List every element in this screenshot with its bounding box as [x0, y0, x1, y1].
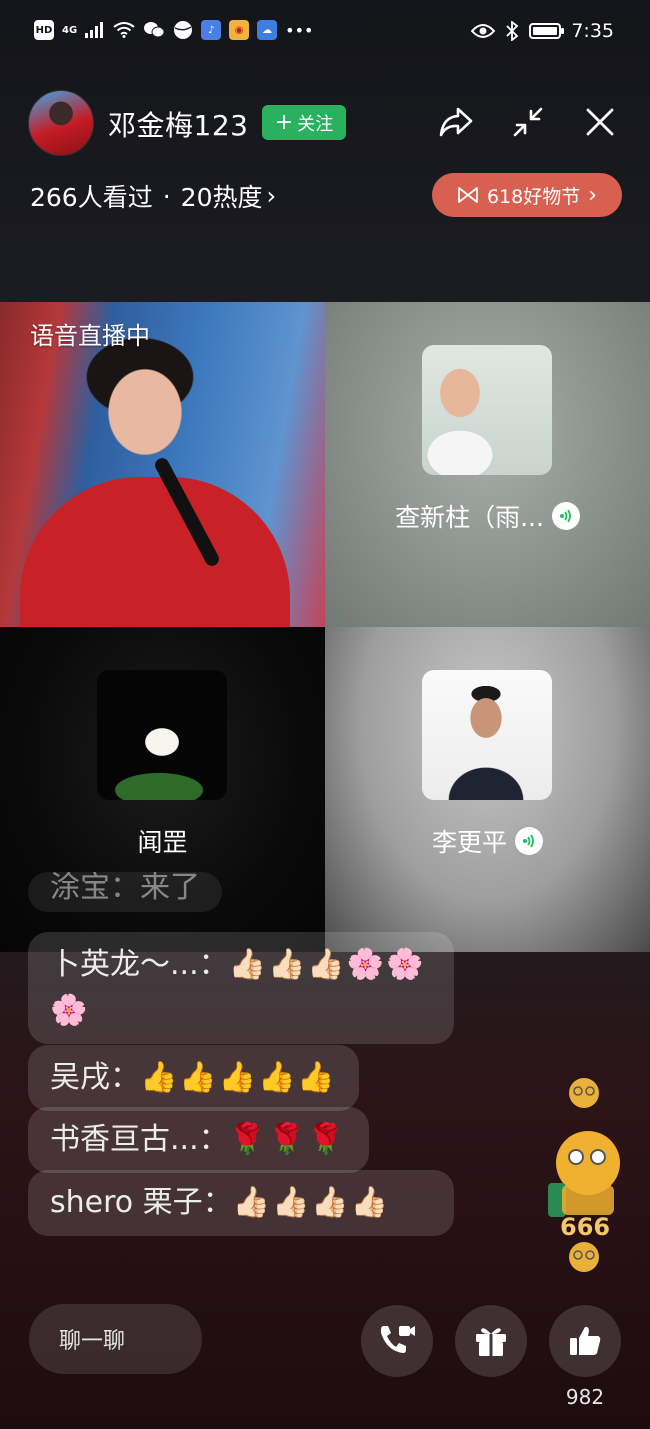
video-call-button[interactable] — [361, 1305, 433, 1377]
bow-icon — [458, 187, 478, 203]
guest-tile-1[interactable]: 查新柱（雨... — [325, 302, 650, 627]
comment-item: 吴戌：👍👍👍👍👍 — [28, 1045, 359, 1111]
comment-text: 🌹🌹🌹 — [228, 1122, 347, 1157]
viewers-count: 266人看过 — [30, 183, 153, 212]
more-notifications-icon: ••• — [285, 20, 314, 40]
gift-button[interactable] — [455, 1305, 527, 1377]
speaking-icon — [551, 502, 580, 530]
app-ball-icon — [174, 21, 193, 39]
promo-banner-button[interactable]: 618好物节 › — [432, 173, 622, 217]
share-icon — [439, 107, 473, 137]
guest-name-1: 查新柱（雨... — [325, 498, 650, 534]
comment-text: 👍👍👍👍👍 — [140, 1060, 337, 1095]
wifi-icon — [113, 22, 135, 38]
comment-item: 卜英龙～...：👍🏻👍🏻👍🏻🌸🌸🌸 — [28, 932, 454, 1044]
reaction-666-text: 666 — [560, 1213, 610, 1241]
minimize-button[interactable] — [508, 102, 548, 142]
chat-placeholder: 聊一聊 — [59, 1329, 126, 1354]
close-icon — [586, 108, 614, 136]
hd-badge: HD — [34, 20, 54, 40]
guest-avatar-2 — [97, 670, 227, 800]
comment-text: 👍🏻👍🏻👍🏻👍🏻 — [232, 1185, 391, 1220]
guest-name-3-text: 李更平 — [431, 828, 507, 857]
bluetooth-icon — [506, 21, 519, 41]
plus-icon: + — [274, 109, 294, 135]
status-bar: HD 4G ♪ ◉ ☁ ••• 7:35 — [0, 0, 650, 64]
host-avatar[interactable] — [28, 90, 94, 156]
close-button[interactable] — [580, 102, 620, 142]
stats-separator: · — [162, 181, 171, 211]
gift-icon — [476, 1328, 506, 1356]
chevron-right-icon: › — [266, 182, 277, 210]
like-count: 982 — [565, 1385, 605, 1409]
comment-item: 涂宝：来了 — [28, 872, 222, 912]
promo-label: 618好物节 — [486, 185, 581, 208]
comment-text: 来了 — [140, 872, 200, 905]
share-button[interactable] — [436, 102, 476, 142]
thumbs-up-icon — [570, 1326, 601, 1355]
network-4g-badge: 4G — [62, 24, 78, 36]
follow-label: 关注 — [297, 113, 334, 135]
speaking-icon — [515, 827, 543, 855]
nerd-emoji-icon — [569, 1078, 599, 1108]
collapse-arrows-icon — [513, 107, 543, 137]
comment-item: 书香亘古...：🌹🌹🌹 — [28, 1107, 369, 1173]
comment-user: 卜英龙～... — [50, 947, 199, 982]
heat-count: 20热度 — [180, 183, 263, 212]
follow-button[interactable]: + 关注 — [262, 105, 346, 140]
host-video-tile[interactable]: 语音直播中 — [0, 302, 325, 627]
cloud-app-icon: ☁ — [257, 20, 278, 40]
status-right: 7:35 — [471, 20, 614, 42]
chat-input[interactable]: 聊一聊 — [29, 1304, 202, 1374]
live-stats[interactable]: 266人看过 · 20热度 › — [30, 178, 276, 214]
comment-user: 吴戌 — [50, 1060, 110, 1095]
clock: 7:35 — [571, 20, 614, 42]
signal-icon — [85, 22, 104, 38]
thinking-emoji-icon — [548, 1131, 620, 1217]
chevron-right-icon: › — [588, 182, 598, 208]
app-store-icon: ♪ — [201, 20, 222, 40]
guest-name-3: 李更平 — [325, 823, 650, 859]
battery-icon — [529, 23, 565, 39]
nerd-emoji-icon — [569, 1242, 599, 1272]
video-call-icon — [381, 1326, 415, 1353]
comment-user: 书香亘古... — [50, 1122, 199, 1157]
guest-avatar-1 — [422, 345, 552, 475]
eye-icon — [471, 24, 496, 38]
guest-name-1-text: 查新柱（雨... — [395, 503, 544, 532]
guest-avatar-3 — [422, 670, 552, 800]
host-video-coat — [20, 477, 290, 627]
status-left: HD 4G ♪ ◉ ☁ ••• — [34, 20, 313, 40]
guest-tile-3[interactable]: 李更平 — [325, 627, 650, 952]
like-button[interactable] — [549, 1305, 621, 1377]
host-name[interactable]: 邓金梅123 — [108, 104, 248, 144]
guest-name-2-text: 闻罡 — [137, 828, 188, 857]
wechat-icon — [144, 22, 165, 38]
comment-user: shero 栗子 — [50, 1185, 203, 1220]
comment-user: 涂宝 — [50, 872, 110, 905]
weibo-icon: ◉ — [229, 20, 250, 40]
comment-item: shero 栗子：👍🏻👍🏻👍🏻👍🏻 — [28, 1170, 454, 1236]
guest-name-2: 闻罡 — [0, 823, 325, 859]
voice-live-label: 语音直播中 — [30, 322, 150, 350]
floating-reactions: 666 — [548, 1075, 628, 1275]
